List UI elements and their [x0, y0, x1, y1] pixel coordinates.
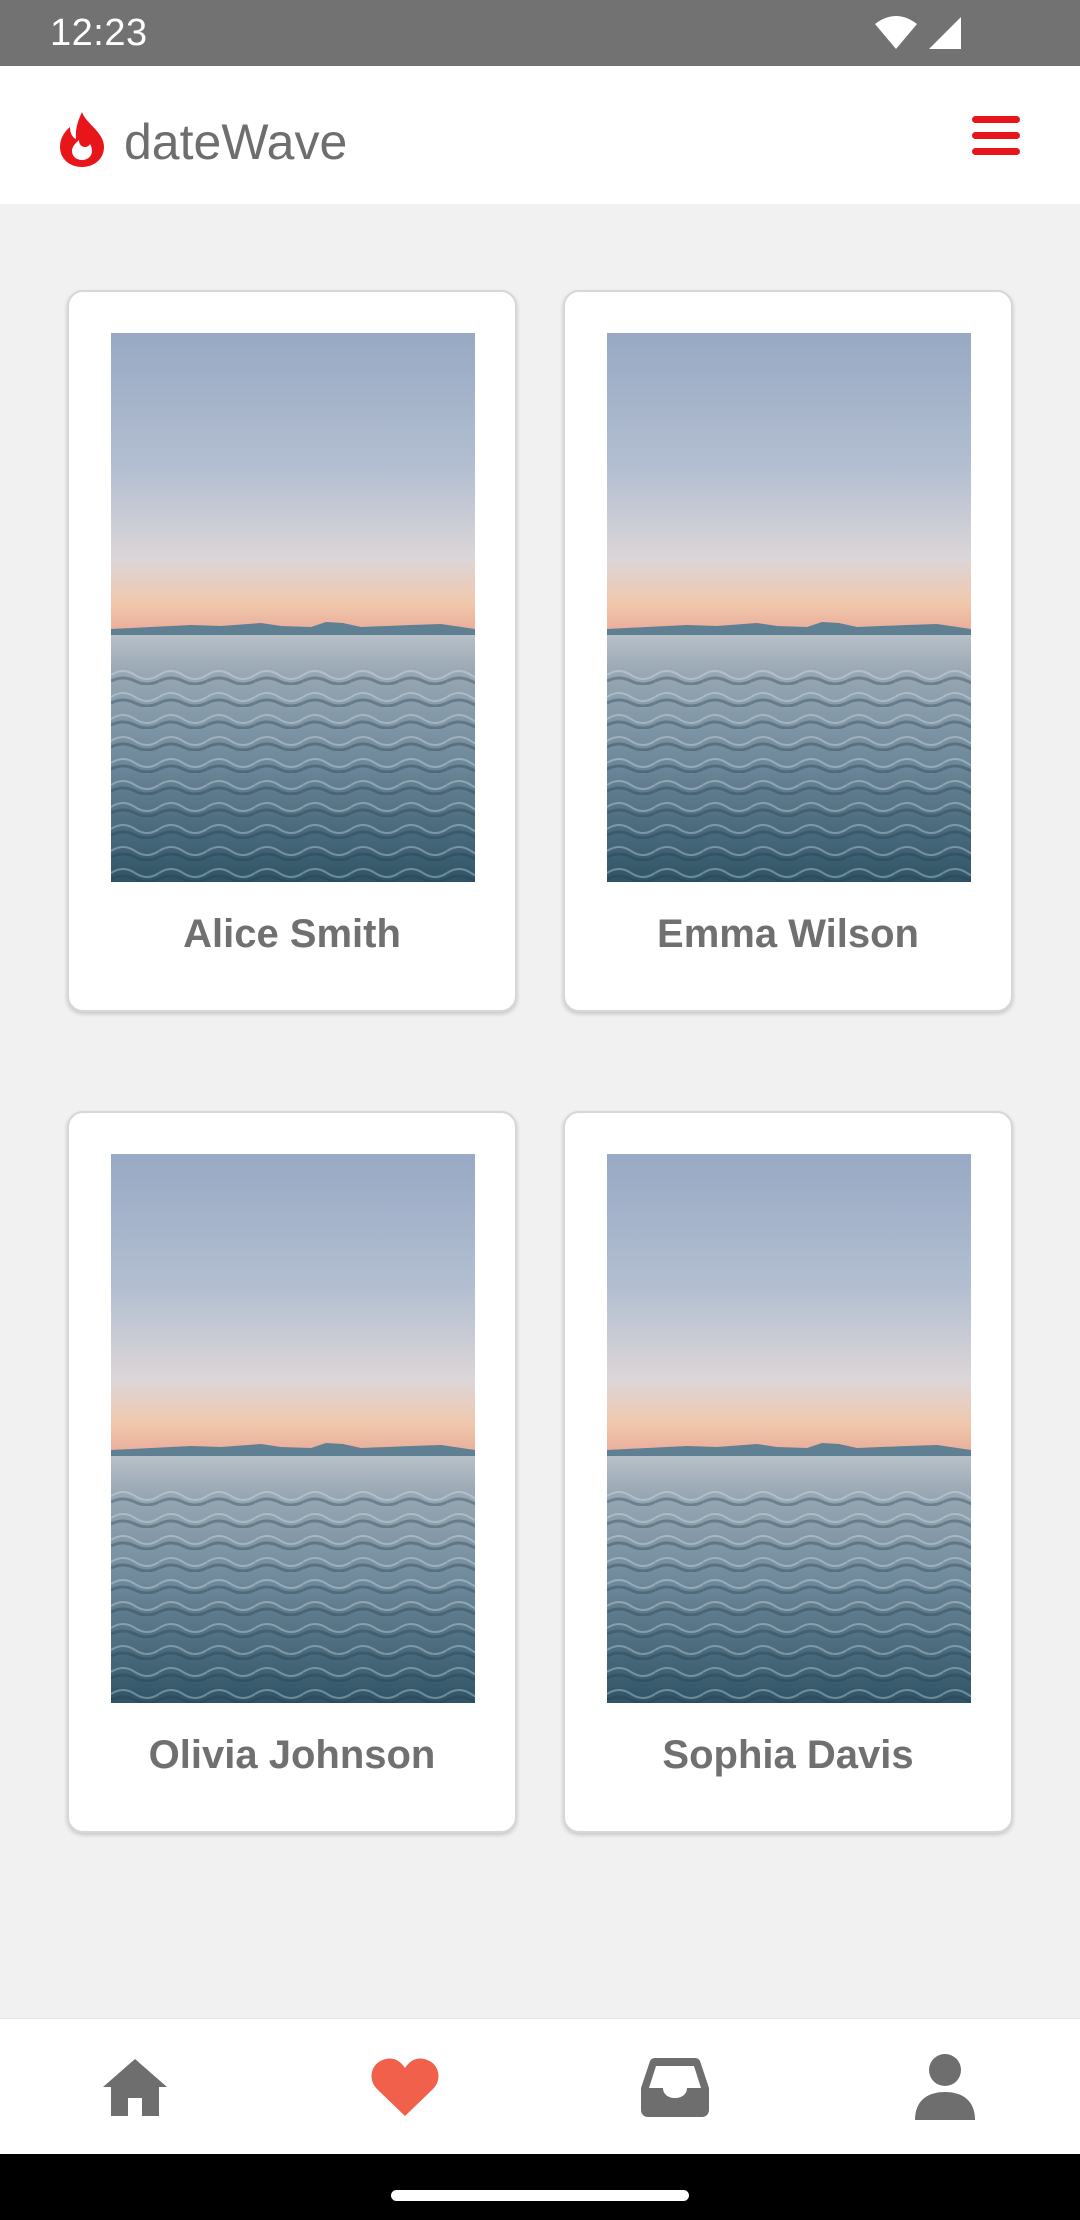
nav-home[interactable]: [0, 2019, 270, 2155]
profile-name: Sophia Davis: [662, 1733, 914, 1777]
app-header: dateWave: [0, 66, 1080, 204]
profile-photo: [607, 1154, 971, 1703]
signal-icon: [929, 17, 961, 49]
status-time: 12:23: [50, 12, 148, 54]
wifi-icon: [875, 16, 917, 49]
menu-button[interactable]: [968, 110, 1024, 162]
home-icon: [103, 2059, 167, 2116]
profile-name: Alice Smith: [183, 912, 401, 956]
profile-card-olivia-johnson[interactable]: Olivia Johnson: [67, 1111, 517, 1833]
inbox-icon: [641, 2058, 709, 2117]
system-navigation-bar: [0, 2154, 1080, 2220]
profile-photo: [607, 333, 971, 882]
profile-name: Emma Wilson: [657, 912, 919, 956]
profile-card-emma-wilson[interactable]: Emma Wilson: [563, 290, 1013, 1012]
profile-name: Olivia Johnson: [148, 1733, 436, 1777]
status-icons: [874, 14, 962, 52]
status-bar: 12:23: [0, 0, 1080, 66]
bottom-nav: [0, 2018, 1080, 2154]
nav-profile[interactable]: [810, 2019, 1080, 2155]
profile-icon: [915, 2054, 975, 2120]
nav-likes[interactable]: [270, 2019, 540, 2155]
profile-photo: [111, 1154, 475, 1703]
flame-icon: [60, 112, 104, 167]
heart-icon: [371, 2058, 439, 2116]
profile-card-sophia-davis[interactable]: Sophia Davis: [563, 1111, 1013, 1833]
nav-inbox[interactable]: [540, 2019, 810, 2155]
profile-card-alice-smith[interactable]: Alice Smith: [67, 290, 517, 1012]
app-title: dateWave: [124, 114, 348, 170]
profile-photo: [111, 333, 475, 882]
home-gesture-handle[interactable]: [391, 2190, 689, 2201]
